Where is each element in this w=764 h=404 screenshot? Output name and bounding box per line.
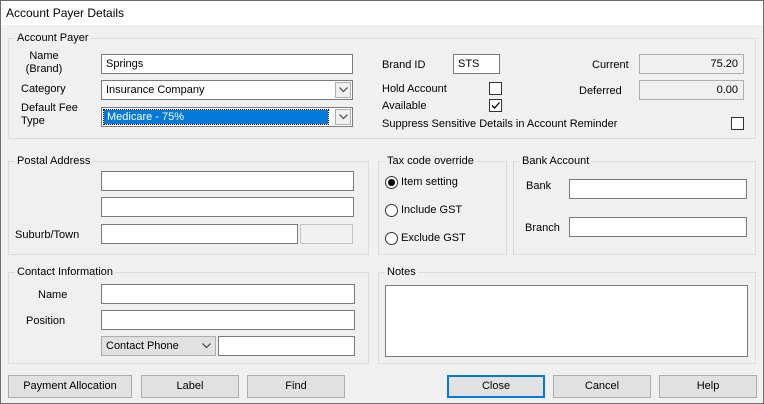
suburb-town-label: Suburb/Town <box>15 229 80 241</box>
name-brand-label: Name (Brand) <box>17 50 71 76</box>
fee-type-label-line2: Type <box>21 115 45 127</box>
radio-include-gst-label[interactable]: Include GST <box>401 204 462 217</box>
postcode-field <box>300 224 353 244</box>
available-label: Available <box>382 100 427 112</box>
cancel-button[interactable]: Cancel <box>553 375 651 398</box>
contact-information-group-title: Contact Information <box>15 265 115 279</box>
phone-type-select[interactable]: Contact Phone <box>101 336 216 356</box>
account-payer-window: Account Payer Details Account Payer Name… <box>0 0 764 404</box>
contact-position-label: Position <box>26 315 66 327</box>
checkmark-icon <box>491 102 500 109</box>
fee-type-value: Medicare - 75% <box>103 109 329 125</box>
radio-item-setting-label[interactable]: Item setting <box>401 176 458 189</box>
suburb-town-input[interactable] <box>101 224 298 244</box>
category-select[interactable]: Insurance Company <box>101 80 353 100</box>
category-label: Category <box>21 83 66 95</box>
radio-include-gst[interactable] <box>385 204 398 217</box>
hold-account-checkbox[interactable] <box>489 82 502 95</box>
bank-account-group: Bank Account <box>513 154 756 255</box>
branch-label: Branch <box>525 222 560 234</box>
contact-phone-input[interactable] <box>218 336 355 356</box>
contact-position-input[interactable] <box>101 310 355 330</box>
contact-name-label: Name <box>38 289 68 301</box>
radio-exclude-gst[interactable] <box>385 232 398 245</box>
window-title: Account Payer Details <box>1 1 763 25</box>
current-label: Current <box>592 59 629 71</box>
fee-type-label-line1: Default Fee <box>21 102 78 114</box>
available-checkbox[interactable] <box>489 99 502 112</box>
chevron-down-icon[interactable] <box>335 109 351 125</box>
postal-address-group-title: Postal Address <box>15 154 93 168</box>
brand-id-label: Brand ID <box>382 59 426 71</box>
name-label-line2: (Brand) <box>25 63 63 75</box>
notes-group-title: Notes <box>385 265 418 279</box>
contact-name-input[interactable] <box>101 284 355 304</box>
name-label-line1: Name <box>29 50 59 62</box>
label-button[interactable]: Label <box>141 375 239 398</box>
deferred-balance-field: 0.00 <box>639 80 744 100</box>
help-button[interactable]: Help <box>659 375 757 398</box>
chevron-down-icon[interactable] <box>198 338 214 354</box>
deferred-label: Deferred <box>579 85 622 97</box>
chevron-down-icon[interactable] <box>335 82 351 98</box>
address-line2-input[interactable] <box>101 197 354 217</box>
find-button[interactable]: Find <box>247 375 345 398</box>
account-payer-group-title: Account Payer <box>15 31 91 45</box>
phone-type-value: Contact Phone <box>106 340 179 352</box>
radio-exclude-gst-label[interactable]: Exclude GST <box>401 232 466 245</box>
suppress-sensitive-label: Suppress Sensitive Details in Account Re… <box>382 118 618 130</box>
category-value: Insurance Company <box>106 84 205 96</box>
branch-input[interactable] <box>569 217 747 237</box>
tax-code-override-group-title: Tax code override <box>385 154 476 168</box>
default-fee-type-select[interactable]: Medicare - 75% <box>101 107 353 127</box>
close-button[interactable]: Close <box>447 375 545 398</box>
current-balance-field: 75.20 <box>639 54 744 74</box>
brand-id-input[interactable]: STS <box>453 54 500 74</box>
suppress-sensitive-checkbox[interactable] <box>731 117 744 130</box>
notes-textarea[interactable] <box>385 285 748 357</box>
bank-account-group-title: Bank Account <box>520 154 592 168</box>
name-brand-input[interactable]: Springs <box>101 54 353 74</box>
bank-input[interactable] <box>569 179 747 199</box>
radio-item-setting[interactable] <box>385 176 398 189</box>
default-fee-type-label: Default Fee Type <box>21 102 78 128</box>
address-line1-input[interactable] <box>101 171 354 191</box>
payment-allocation-button[interactable]: Payment Allocation <box>8 375 132 398</box>
hold-account-label: Hold Account <box>382 83 447 95</box>
bank-label: Bank <box>526 180 552 192</box>
